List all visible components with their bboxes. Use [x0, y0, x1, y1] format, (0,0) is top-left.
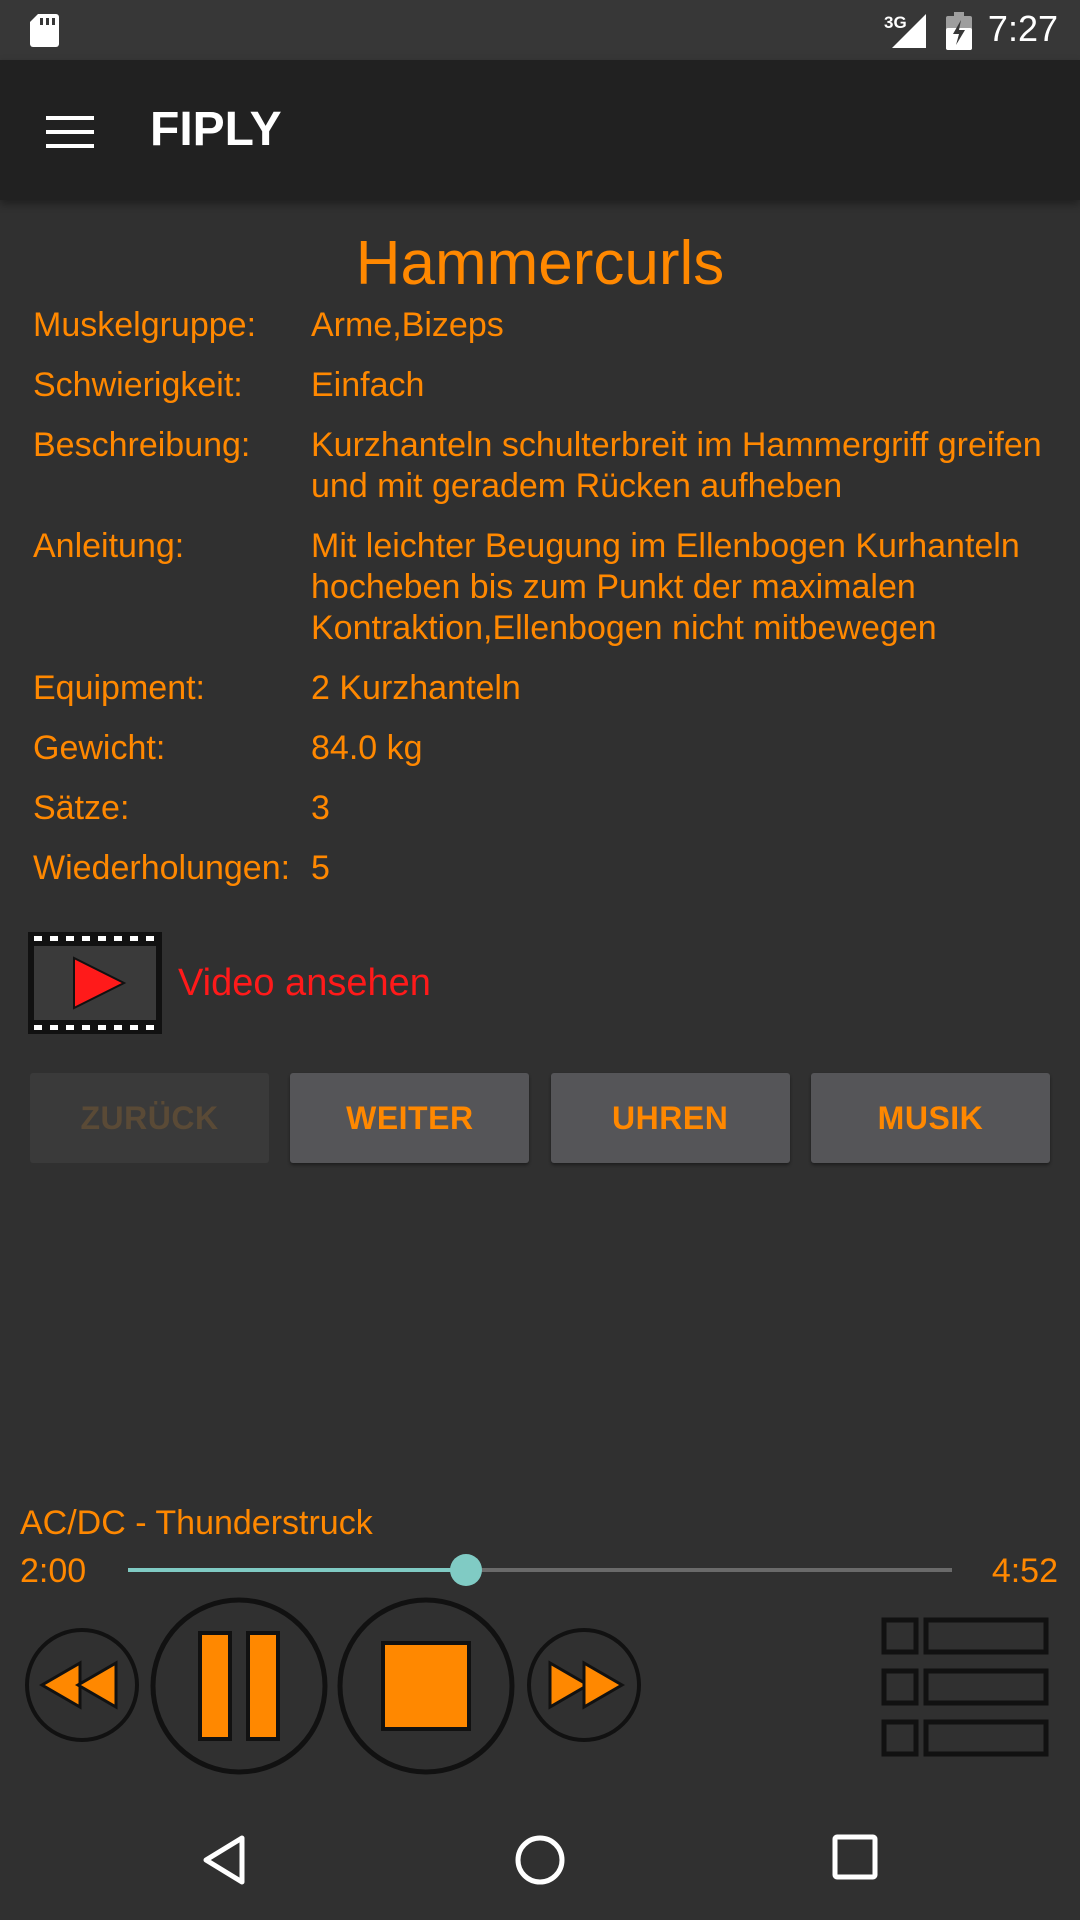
detail-row-equipment: Equipment: 2 Kurzhanteln — [33, 668, 1053, 709]
clocks-button[interactable]: UHREN — [550, 1073, 790, 1163]
home-nav-icon[interactable] — [514, 1834, 566, 1886]
detail-value: Arme,Bizeps — [311, 306, 504, 344]
detail-row-repetitions: Wiederholungen: 5 — [33, 848, 1053, 889]
detail-label: Anleitung: — [33, 527, 185, 565]
fast-forward-button[interactable] — [526, 1627, 642, 1743]
pause-button[interactable] — [150, 1597, 328, 1775]
detail-label: Gewicht: — [33, 729, 166, 767]
system-navigation-bar — [0, 1800, 1080, 1920]
battery-icon — [946, 12, 972, 50]
elapsed-time: 2:00 — [20, 1552, 87, 1590]
detail-row-weight: Gewicht: 84.0 kg — [33, 728, 1053, 769]
detail-label: Equipment: — [33, 669, 205, 707]
detail-value: 2 Kurzhanteln — [311, 669, 521, 707]
status-clock: 7:27 — [987, 8, 1058, 49]
detail-row-description: Beschreibung: Kurzhanteln schulterbreit … — [33, 425, 1053, 507]
music-button[interactable]: MUSIK — [810, 1073, 1050, 1163]
detail-value: 84.0 kg — [311, 729, 423, 767]
playlist-icon[interactable] — [880, 1616, 1050, 1758]
exercise-details: Muskelgruppe: Arme,Bizeps Schwierigkeit:… — [33, 305, 1053, 908]
detail-row-muscle-group: Muskelgruppe: Arme,Bizeps — [33, 305, 1053, 346]
track-title: AC/DC - Thunderstruck — [20, 1504, 373, 1542]
detail-label: Sätze: — [33, 789, 130, 827]
seek-bar[interactable] — [128, 1554, 952, 1586]
detail-value: Mit leichter Beugung im Ellenbogen Kurha… — [311, 527, 1020, 647]
detail-row-instructions: Anleitung: Mit leichter Beugung im Ellen… — [33, 526, 1053, 649]
watch-video-link[interactable]: Video ansehen — [28, 932, 528, 1034]
app-toolbar: FIPLY — [0, 60, 1080, 200]
detail-row-difficulty: Schwierigkeit: Einfach — [33, 365, 1053, 406]
watch-video-label[interactable]: Video ansehen — [178, 962, 431, 1005]
sd-card-icon — [30, 14, 59, 47]
stop-button[interactable] — [337, 1597, 515, 1775]
seek-bar-thumb[interactable] — [449, 1554, 482, 1586]
detail-value: Einfach — [311, 366, 425, 404]
detail-value: 3 — [311, 789, 330, 827]
hamburger-menu-icon[interactable] — [46, 116, 94, 148]
detail-label: Beschreibung: — [33, 426, 251, 464]
detail-row-sets: Sätze: 3 — [33, 788, 1053, 829]
total-time: 4:52 — [991, 1552, 1058, 1590]
status-bar: 3G 7:27 — [0, 0, 1080, 60]
rewind-button[interactable] — [24, 1627, 140, 1743]
detail-label: Wiederholungen: — [33, 849, 291, 887]
back-button: ZURÜCK — [30, 1073, 269, 1163]
detail-value: 5 — [311, 849, 330, 887]
detail-label: Muskelgruppe: — [33, 306, 257, 344]
back-nav-icon[interactable] — [200, 1834, 248, 1886]
detail-value: Kurzhanteln schulterbreit im Hammergriff… — [311, 426, 1042, 505]
app-title: FIPLY — [150, 103, 282, 156]
signal-icon — [892, 14, 926, 48]
seek-bar-progress — [128, 1568, 466, 1572]
next-button[interactable]: WEITER — [290, 1073, 530, 1163]
action-button-row: ZURÜCK WEITER UHREN MUSIK — [30, 1073, 1050, 1163]
recents-nav-icon[interactable] — [832, 1834, 878, 1880]
exercise-title: Hammercurls — [355, 229, 725, 298]
film-play-icon[interactable] — [28, 932, 162, 1034]
detail-label: Schwierigkeit: — [33, 366, 243, 404]
